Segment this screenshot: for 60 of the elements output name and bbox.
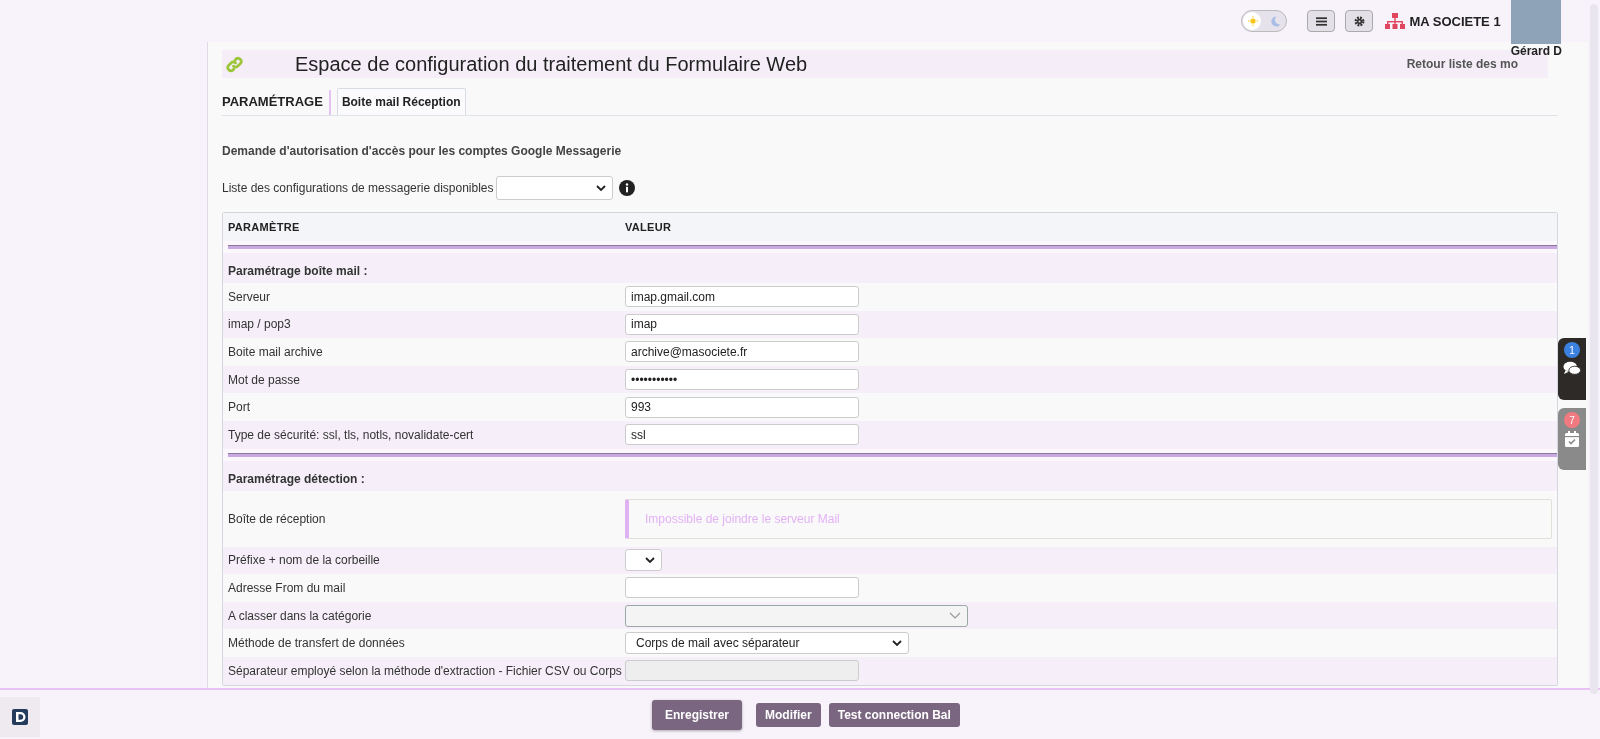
chevron-down-icon: [892, 640, 902, 647]
org-chart-icon[interactable]: [1385, 13, 1406, 29]
text-field[interactable]: imap: [625, 313, 859, 335]
field-label: A classer dans la catégorie: [227, 608, 373, 623]
back-link[interactable]: Retour liste des mo: [1406, 57, 1518, 71]
menu-button[interactable]: [1307, 10, 1336, 32]
section-title: Paramétrage détection :: [227, 471, 366, 486]
warning-message: Impossible de joindre le serveur Mail: [625, 498, 1552, 539]
text-field[interactable]: 993: [625, 396, 859, 418]
tab[interactable]: Boite mail Réception: [336, 88, 466, 115]
text-field[interactable]: archive@masociete.fr: [625, 341, 859, 363]
configuration-select[interactable]: [495, 176, 613, 200]
dropdown[interactable]: Corps de mail avec séparateur: [625, 632, 909, 655]
text-field[interactable]: •••••••••••: [625, 369, 859, 391]
calendar-check-icon: [1565, 431, 1579, 447]
field-label: Port: [227, 400, 251, 415]
chevron-down-icon: [949, 612, 961, 620]
link-icon: [226, 55, 243, 73]
section-heading: Demande d'autorisation d'accès pour les comptes Google Messagerie: [222, 144, 623, 158]
sun-icon: [1248, 16, 1259, 26]
settings-button[interactable]: [1345, 10, 1374, 32]
user-name[interactable]: Gérard D: [1510, 44, 1562, 58]
field-label: imap / pop3: [227, 317, 292, 332]
field-label: Séparateur employé selon la méthode d'extraction - Fichier CSV ou Corps: [227, 663, 623, 678]
info-icon[interactable]: [618, 180, 635, 196]
text-field[interactable]: [625, 577, 859, 599]
section-title: Paramétrage boîte mail :: [227, 264, 369, 278]
count-badge: 1: [1564, 342, 1580, 358]
field-label: Type de sécurité: ssl, tls, notls, novalidate-cert: [227, 427, 475, 442]
menu-icon: [1315, 15, 1327, 27]
column-header: PARAMÈTRE: [227, 221, 301, 233]
field-label: Adresse From du mail: [227, 580, 347, 595]
count-badge: 7: [1564, 412, 1580, 428]
text-field[interactable]: imap.gmail.com: [625, 286, 859, 308]
field-label: Préfixe + nom de la corbeille: [227, 553, 381, 568]
field-label: Serveur: [227, 289, 272, 304]
action-button[interactable]: Enregistrer: [652, 699, 743, 730]
field-label: Boîte de réception: [227, 511, 327, 526]
action-button[interactable]: Test connection Bal: [828, 702, 960, 727]
messages-widget[interactable]: 1: [1558, 338, 1586, 400]
moon-icon: [1269, 15, 1281, 27]
action-button[interactable]: Modifier: [756, 702, 821, 727]
scrollbar[interactable]: [1590, 4, 1598, 694]
text-field[interactable]: ssl: [625, 424, 859, 446]
field-label: Mot de passe: [227, 372, 302, 387]
settings-icon: [1353, 15, 1365, 27]
column-header: VALEUR: [625, 221, 673, 233]
chevron-down-icon: [595, 185, 606, 191]
chevron-down-icon: [645, 557, 655, 564]
theme-toggle[interactable]: [1241, 10, 1288, 32]
app-logo-icon[interactable]: [0, 697, 40, 737]
field-label: Méthode de transfert de données: [227, 636, 406, 651]
text-field[interactable]: [625, 660, 859, 682]
company-name[interactable]: MA SOCIETE 1: [1409, 13, 1501, 29]
chat-icon: [1563, 361, 1581, 376]
page-title: Espace de configuration du traitement du Formulaire Web: [295, 52, 808, 76]
field-label: Liste des configurations de messagerie disponibles: [222, 181, 494, 195]
field-label: Boite mail archive: [227, 345, 324, 359]
tab[interactable]: PARAMÉTRAGE: [222, 90, 331, 115]
dropdown[interactable]: [625, 549, 662, 572]
